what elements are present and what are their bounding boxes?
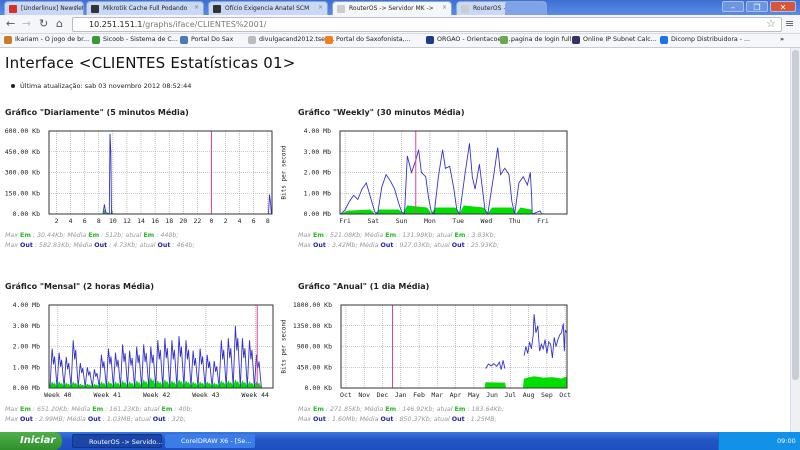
y-tick-label: 1350.00 Kb <box>293 322 332 330</box>
graph-stats: Max Em : 651.20Kb; Média Em : 161.23Kb; … <box>5 405 193 425</box>
stat-label: Média <box>359 416 379 423</box>
x-tick-label: Jun <box>486 391 498 399</box>
stat-direction: Out <box>152 416 166 423</box>
stat-avg-value: 161.23Kb <box>109 406 140 413</box>
x-tick-label: Dec <box>377 391 389 399</box>
scrollbar-thumb[interactable] <box>792 50 799 380</box>
bookmark-favicon-icon <box>660 36 668 44</box>
bookmark-item[interactable]: Online IP Subnet Calc... <box>572 36 657 44</box>
stat-direction: Em <box>161 406 173 413</box>
more-bookmarks-button[interactable]: » <box>780 36 784 43</box>
x-tick-label: Jul <box>504 391 516 399</box>
stat-direction: Out <box>451 416 465 423</box>
taskbar: Iniciar RouterOS -> Servido... CorelDRAW… <box>0 432 800 450</box>
stat-max-value: 271.85Kb <box>330 406 361 413</box>
menu-icon[interactable]: ≡ <box>785 17 794 30</box>
stat-direction: Em <box>454 406 466 413</box>
bookmark-favicon-icon <box>572 36 580 44</box>
bookmark-star-icon[interactable]: ☆ <box>766 17 776 30</box>
x-tick-label: Jan <box>395 391 407 399</box>
x-tick-label: Mar <box>431 391 443 399</box>
stat-avg-value: 146.92Kb <box>402 406 433 413</box>
x-tick-label: Apr <box>450 391 462 399</box>
stat-cur-value: 40b <box>178 406 191 413</box>
stat-label: atual <box>143 406 160 413</box>
minimize-button[interactable]: – <box>722 1 744 12</box>
y-tick-label: 0.00 Kb <box>305 384 332 392</box>
stat-label: Média <box>66 416 86 423</box>
stats-in: Max Em : 271.85Kb; Média Em : 146.92Kb; … <box>298 406 504 413</box>
task-label: CorelDRAW X6 - [Se... <box>181 437 252 445</box>
maximize-button[interactable]: ❐ <box>746 1 768 12</box>
stats-out: Max Out : 1.60Mb; Média Out : 850.37Kb; … <box>298 416 497 423</box>
stat-label: atual <box>134 416 151 423</box>
clock: 09:00 <box>777 437 796 445</box>
y-tick-label: 1800.00 Kb <box>293 301 332 309</box>
chart-yearly: 0.00 Kb 450.00 Kb 900.00 Kb 1350.00 Kb 1800.… <box>293 301 571 399</box>
stat-max-value: 651.20Kb <box>37 406 68 413</box>
stat-max-value: 2.99MB <box>39 416 63 423</box>
stat-label: Média <box>71 406 91 413</box>
stat-max-value: 1.60Mb <box>332 416 356 423</box>
x-tick-label: Feb <box>413 391 425 399</box>
task-label: RouterOS -> Servido... <box>89 438 163 446</box>
bookmark-item[interactable]: Dicomp Distribuidora - ... <box>660 36 751 44</box>
stat-direction: Em <box>20 406 31 413</box>
stat-label: Max <box>5 406 19 413</box>
close-window-button[interactable]: ✕ <box>770 1 796 12</box>
x-tick-label: Oct <box>559 391 571 399</box>
stat-direction: Em <box>313 406 324 413</box>
stats-out: Max Out : 2.99MB; Média Out : 1.03MB; at… <box>5 416 186 423</box>
stat-direction: Out <box>313 416 326 423</box>
stat-direction: Em <box>385 406 397 413</box>
stat-direction: Out <box>380 416 394 423</box>
x-tick-label: May <box>468 391 480 399</box>
graph-stats: Max Em : 271.85Kb; Média Em : 146.92Kb; … <box>298 405 504 425</box>
stat-cur-value: 1.25MB <box>470 416 495 423</box>
stat-label: atual <box>433 416 450 423</box>
stat-label: Média <box>364 406 384 413</box>
stat-direction: Em <box>92 406 104 413</box>
stat-label: Max <box>5 416 19 423</box>
stat-avg-value: 1.03MB <box>106 416 131 423</box>
x-tick-label: Oct <box>340 391 352 399</box>
scrollbar[interactable] <box>790 48 800 432</box>
stat-label: Max <box>298 416 312 423</box>
stat-cur-value: 32b <box>171 416 184 423</box>
y-tick-label: 450.00 Kb <box>297 363 332 371</box>
stats-in: Max Em : 651.20Kb; Média Em : 161.23Kb; … <box>5 406 193 413</box>
taskbar-item-coreldraw[interactable]: CorelDRAW X6 - [Se... <box>165 434 255 448</box>
stat-direction: Out <box>87 416 101 423</box>
x-tick-label: Nov <box>358 391 370 399</box>
start-label: Iniciar <box>20 435 56 446</box>
x-tick-label: Aug <box>523 391 535 399</box>
bookmark-label: Dicomp Distribuidora - ... <box>671 36 751 43</box>
stat-avg-value: 850.37Kb <box>399 416 430 423</box>
start-button[interactable]: Iniciar <box>0 432 62 450</box>
stat-label: Max <box>298 406 312 413</box>
taskbar-item-browser[interactable]: RouterOS -> Servido... <box>72 434 162 448</box>
stat-label: atual <box>436 406 453 413</box>
stat-cur-value: 183.64Kb <box>471 406 502 413</box>
x-tick-label: Sep <box>541 391 553 399</box>
y-tick-label: 900.00 Kb <box>297 343 332 351</box>
bookmark-label: Online IP Subnet Calc... <box>583 36 657 43</box>
system-tray: 09:00 <box>718 432 800 450</box>
stat-direction: Out <box>20 416 33 423</box>
